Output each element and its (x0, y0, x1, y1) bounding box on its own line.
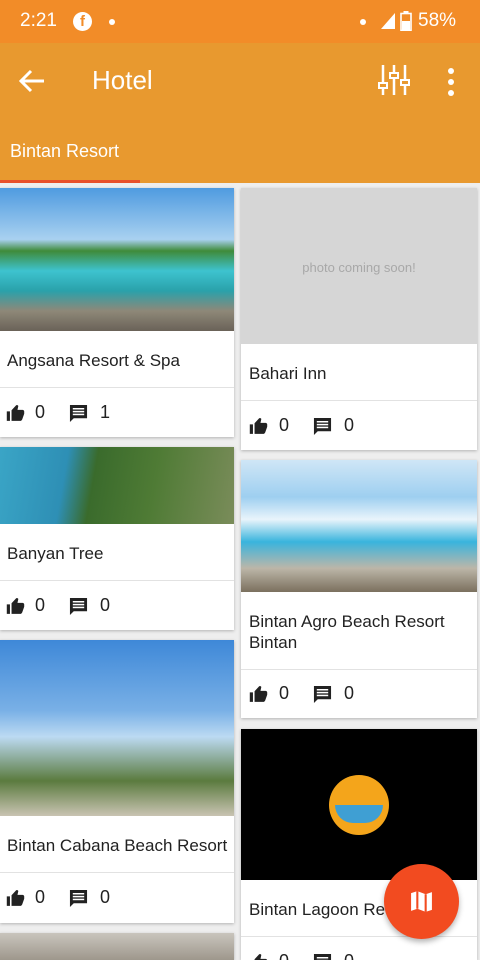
hotel-stats: 0 0 (6, 594, 226, 618)
hotel-photo (0, 447, 234, 524)
hotel-photo-placeholder: photo coming soon! (241, 188, 477, 344)
like-count: 0 (35, 402, 46, 422)
hotel-card[interactable] (0, 933, 234, 960)
comment-count: 1 (100, 402, 111, 422)
map-icon (411, 891, 432, 912)
status-time: 2:21 (20, 10, 57, 31)
notification-dot-icon (360, 19, 366, 25)
comment-icon[interactable] (69, 404, 88, 423)
thumbs-up-icon[interactable] (249, 685, 268, 703)
divider (0, 872, 234, 873)
hotel-photo (0, 640, 234, 816)
thumbs-up-icon[interactable] (6, 597, 25, 615)
divider (241, 936, 477, 937)
hotel-name: Bahari Inn (249, 364, 327, 383)
comment-count: 0 (344, 683, 355, 703)
signal-icon (381, 13, 395, 29)
hotel-stats: 0 0 (249, 950, 469, 960)
page-title: Hotel (92, 65, 153, 95)
notification-dot-icon (109, 19, 115, 25)
tab-bintan-resort[interactable]: Bintan Resort (0, 131, 140, 183)
comment-count: 0 (100, 595, 111, 615)
thumbs-up-icon[interactable] (6, 889, 25, 907)
hotel-name: Bintan Agro Beach Resort Bintan (249, 612, 445, 652)
map-fab-button[interactable] (384, 864, 459, 939)
placeholder-text: photo coming soon! (302, 260, 416, 275)
divider (241, 400, 477, 401)
more-options-icon[interactable] (440, 65, 462, 99)
thumbs-up-icon[interactable] (249, 417, 268, 435)
hotel-stats: 0 0 (249, 682, 469, 706)
tab-indicator (0, 180, 140, 183)
comment-icon[interactable] (313, 953, 332, 960)
lagoon-logo-icon (329, 775, 389, 835)
comment-count: 0 (344, 415, 355, 435)
thumbs-up-icon[interactable] (6, 404, 25, 422)
hotel-card[interactable]: Angsana Resort & Spa 0 1 (0, 188, 234, 437)
back-arrow-icon[interactable] (18, 67, 46, 95)
hotel-card[interactable]: Bintan Cabana Beach Resort 0 0 (0, 640, 234, 923)
like-count: 0 (279, 415, 290, 435)
hotel-card[interactable]: Banyan Tree 0 0 (0, 447, 234, 630)
hotel-stats: 0 0 (249, 414, 469, 438)
comment-icon[interactable] (313, 417, 332, 436)
divider (0, 387, 234, 388)
hotel-photo (0, 188, 234, 331)
like-count: 0 (279, 683, 290, 703)
hotel-card[interactable]: photo coming soon! Bahari Inn 0 0 (241, 188, 477, 450)
thumbs-up-icon[interactable] (249, 953, 268, 960)
hotel-photo (0, 933, 234, 960)
hotel-stats: 0 1 (6, 401, 226, 425)
like-count: 0 (35, 595, 46, 615)
hotel-stats: 0 0 (6, 886, 226, 910)
hotel-photo (241, 460, 477, 592)
comment-icon[interactable] (69, 597, 88, 616)
filter-sliders-icon[interactable] (378, 63, 410, 97)
comment-icon[interactable] (69, 889, 88, 908)
battery-percent: 58% (418, 10, 457, 31)
hotel-name: Bintan Lagoon Re (249, 900, 386, 919)
hotel-photo (241, 729, 477, 880)
facebook-icon: f (73, 12, 92, 31)
hotel-name: Angsana Resort & Spa (7, 351, 180, 370)
app-bar: Hotel Bintan Resort (0, 43, 480, 183)
like-count: 0 (35, 887, 46, 907)
battery-icon (400, 11, 412, 31)
hotel-name: Banyan Tree (7, 544, 104, 563)
tab-label: Bintan Resort (10, 141, 120, 161)
hotel-card[interactable]: Bintan Agro Beach Resort Bintan 0 0 (241, 460, 477, 718)
status-bar: 2:21 f 58% (0, 0, 480, 43)
comment-count: 0 (344, 951, 354, 960)
divider (241, 669, 477, 670)
hotel-name: Bintan Cabana Beach Resort (7, 836, 228, 855)
like-count: 0 (279, 951, 289, 960)
divider (0, 580, 234, 581)
comment-count: 0 (100, 887, 111, 907)
comment-icon[interactable] (313, 685, 332, 704)
